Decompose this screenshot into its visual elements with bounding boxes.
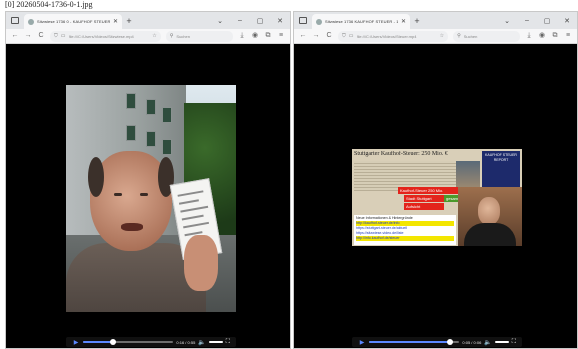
video-frame[interactable]: Stuttgarter Kaufhof-Steuer: 250 Mio. € K… xyxy=(352,149,522,246)
tab-overflow-icon[interactable]: ⌄ xyxy=(210,12,230,29)
address-bar[interactable]: ⛉ ▭ file:///C:/Users/Videos/Sitzwiese.mp… xyxy=(50,30,161,42)
browser-window-left: Sitzwiese 1736 0 - KAUFHOF STEUER - 9 ✕ … xyxy=(5,11,291,349)
menu-icon[interactable]: ≡ xyxy=(562,30,574,42)
volume-slider[interactable] xyxy=(208,341,223,343)
seek-progress xyxy=(369,341,451,343)
forward-button[interactable]: → xyxy=(310,30,322,42)
fullscreen-icon[interactable]: ⛶ xyxy=(512,339,516,346)
search-placeholder[interactable]: Suchen xyxy=(464,34,516,39)
seek-bar[interactable] xyxy=(369,339,460,345)
account-icon[interactable]: ◉ xyxy=(536,30,548,42)
downloads-icon[interactable]: ⤓ xyxy=(236,30,248,42)
red-banner-2: Stadt Stuttgart xyxy=(404,195,444,202)
volume-slider[interactable] xyxy=(494,341,509,343)
downloads-icon[interactable]: ⤓ xyxy=(523,30,535,42)
search-input[interactable]: ⚲ Suchen xyxy=(453,30,520,42)
presenter-image xyxy=(458,187,522,246)
reload-button[interactable]: C xyxy=(35,30,47,42)
maximize-button[interactable]: ▢ xyxy=(537,12,557,29)
file-icon: ▭ xyxy=(60,33,66,39)
file-icon: ▭ xyxy=(348,33,354,39)
time-display: 0:16 / 0:55 xyxy=(176,339,196,345)
extensions-icon[interactable]: ⧉ xyxy=(549,30,561,42)
tab-close-icon[interactable]: ✕ xyxy=(113,18,118,25)
maximize-button[interactable]: ▢ xyxy=(250,12,270,29)
video-headline: Stuttgarter Kaufhof-Steuer: 250 Mio. € xyxy=(354,151,448,157)
close-button[interactable]: ✕ xyxy=(270,12,290,29)
close-button[interactable]: ✕ xyxy=(557,12,577,29)
navigation-bar: ← → C ⛉ ▭ file:///C:/Users/Videos/Steuer… xyxy=(294,29,577,44)
search-placeholder[interactable]: Suchen xyxy=(176,34,229,39)
seek-thumb[interactable] xyxy=(447,339,454,345)
reload-button[interactable]: C xyxy=(323,30,335,42)
browser-window-right: Sitzwiese 1736 KAUFHOF STEUER - 1 ✕ + ⌄ … xyxy=(293,11,578,349)
link-item[interactable]: http://info.kaufhof.de/steuer xyxy=(356,236,454,241)
tab-active[interactable]: Sitzwiese 1736 KAUFHOF STEUER - 1 ✕ xyxy=(312,14,410,29)
tab-bar: Sitzwiese 1736 KAUFHOF STEUER - 1 ✕ + ⌄ … xyxy=(294,12,577,29)
links-box: Neue Informationen & Hintergründe http:/… xyxy=(354,215,456,245)
tab-active[interactable]: Sitzwiese 1736 0 - KAUFHOF STEUER - 9 ✕ xyxy=(24,14,122,29)
bookmark-star-icon[interactable]: ☆ xyxy=(152,33,156,39)
address-bar[interactable]: ⛉ ▭ file:///C:/Users/Videos/Steuer.mp4 ☆ xyxy=(338,30,449,42)
person-eye-right xyxy=(140,193,148,196)
tab-close-icon[interactable]: ✕ xyxy=(401,18,406,25)
new-tab-button[interactable]: + xyxy=(410,14,424,29)
account-icon[interactable]: ◉ xyxy=(249,30,261,42)
video-controls: ▶ 0:16 / 0:55 🔈 ⛶ xyxy=(66,337,236,347)
fullscreen-icon[interactable]: ⛶ xyxy=(226,339,230,346)
seek-thumb[interactable] xyxy=(109,339,116,345)
minimize-button[interactable]: – xyxy=(517,12,537,29)
back-button[interactable]: ← xyxy=(9,30,21,42)
volume-icon[interactable]: 🔈 xyxy=(484,339,491,346)
person-hand xyxy=(184,235,218,291)
shield-icon[interactable]: ⛉ xyxy=(342,33,346,39)
forward-button[interactable]: → xyxy=(22,30,34,42)
person-eye-left xyxy=(114,193,122,196)
minimize-button[interactable]: – xyxy=(230,12,250,29)
person-mouth xyxy=(121,223,143,231)
menu-icon[interactable]: ≡ xyxy=(275,30,287,42)
search-icon: ⚲ xyxy=(169,33,174,39)
tab-list-icon[interactable] xyxy=(294,12,312,29)
red-banner-3: Aufsicht xyxy=(404,203,444,210)
tab-favicon-icon xyxy=(28,18,34,25)
seek-bar[interactable] xyxy=(83,339,174,345)
play-icon[interactable]: ▶ xyxy=(72,339,80,346)
page-viewport: Stuttgarter Kaufhof-Steuer: 250 Mio. € K… xyxy=(294,44,577,348)
seek-progress xyxy=(83,341,113,343)
address-text[interactable]: file:///C:/Users/Videos/Sitzwiese.mp4 xyxy=(69,34,150,39)
volume-icon[interactable]: 🔈 xyxy=(198,339,205,346)
back-button[interactable]: ← xyxy=(297,30,309,42)
tab-favicon-icon xyxy=(316,18,322,25)
bookmark-star-icon[interactable]: ☆ xyxy=(440,33,444,39)
tab-list-icon[interactable] xyxy=(6,12,24,29)
tab-title: Sitzwiese 1736 KAUFHOF STEUER - 1 xyxy=(325,19,398,24)
shield-icon[interactable]: ⛉ xyxy=(54,33,58,39)
play-icon[interactable]: ▶ xyxy=(358,339,366,346)
report-logo: KAUFHOF STEUER REPORT xyxy=(482,151,520,188)
video-frame[interactable] xyxy=(66,85,236,312)
video-controls: ▶ 0:05 / 0:06 🔈 ⛶ xyxy=(352,337,522,347)
new-tab-button[interactable]: + xyxy=(122,14,136,29)
extensions-icon[interactable]: ⧉ xyxy=(262,30,274,42)
person-hair-left xyxy=(88,157,104,197)
file-caption: [0] 20260504-1736-0-1.jpg xyxy=(5,0,93,9)
search-icon: ⚲ xyxy=(457,33,461,39)
tab-title: Sitzwiese 1736 0 - KAUFHOF STEUER - 9 xyxy=(37,19,110,24)
page-viewport: ▶ 0:16 / 0:55 🔈 ⛶ xyxy=(6,44,290,348)
address-text[interactable]: file:///C:/Users/Videos/Steuer.mp4 xyxy=(357,34,437,39)
navigation-bar: ← → C ⛉ ▭ file:///C:/Users/Videos/Sitzwi… xyxy=(6,29,290,44)
tab-bar: Sitzwiese 1736 0 - KAUFHOF STEUER - 9 ✕ … xyxy=(6,12,290,29)
search-input[interactable]: ⚲ Suchen xyxy=(165,30,233,42)
tab-overflow-icon[interactable]: ⌄ xyxy=(497,12,517,29)
time-display: 0:05 / 0:06 xyxy=(462,339,482,345)
